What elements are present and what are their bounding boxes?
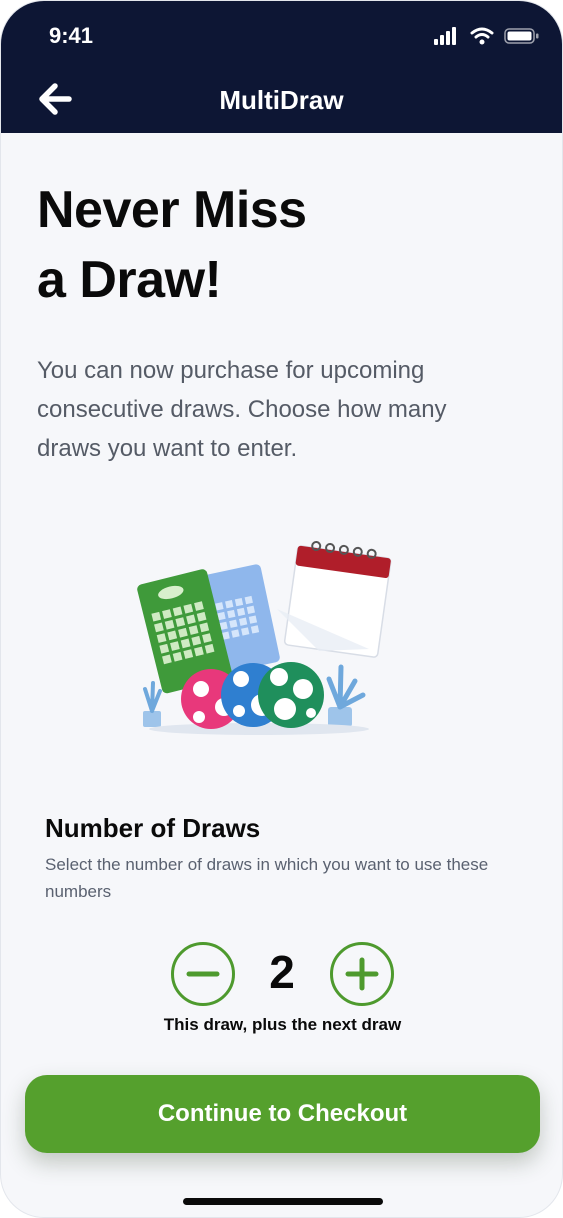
draw-count: 2 — [269, 946, 295, 998]
status-icons — [434, 25, 540, 47]
section-description: Select the number of draws in which you … — [45, 855, 489, 901]
home-indicator — [183, 1198, 383, 1205]
headline-line-2: a Draw! — [37, 251, 222, 309]
status-time: 9:41 — [49, 23, 94, 48]
lottery-tickets-balls-calendar-illustration — [137, 541, 392, 735]
increase-draws-button[interactable] — [330, 942, 394, 1006]
draw-count-caption: This draw, plus the next draw — [163, 1015, 402, 1034]
phone-screen: 9:41 MultiDraw Never Miss a Draw! You ca… — [0, 0, 563, 1218]
wifi-icon — [470, 27, 494, 45]
minus-icon — [186, 971, 220, 977]
headline-line-1: Never Miss — [37, 181, 307, 239]
section-title: Number of Draws — [45, 813, 261, 843]
continue-to-checkout-button[interactable]: Continue to Checkout — [25, 1075, 540, 1153]
signal-icon — [434, 27, 456, 45]
page-title: MultiDraw — [219, 85, 344, 115]
plus-icon — [345, 957, 379, 991]
intro-text: You can now purchase for upcoming consec… — [37, 357, 447, 462]
decrease-draws-button[interactable] — [171, 942, 235, 1006]
battery-icon — [504, 28, 539, 44]
headline: Never Miss a Draw! — [37, 175, 457, 315]
app-header: 9:41 MultiDraw — [1, 1, 562, 133]
